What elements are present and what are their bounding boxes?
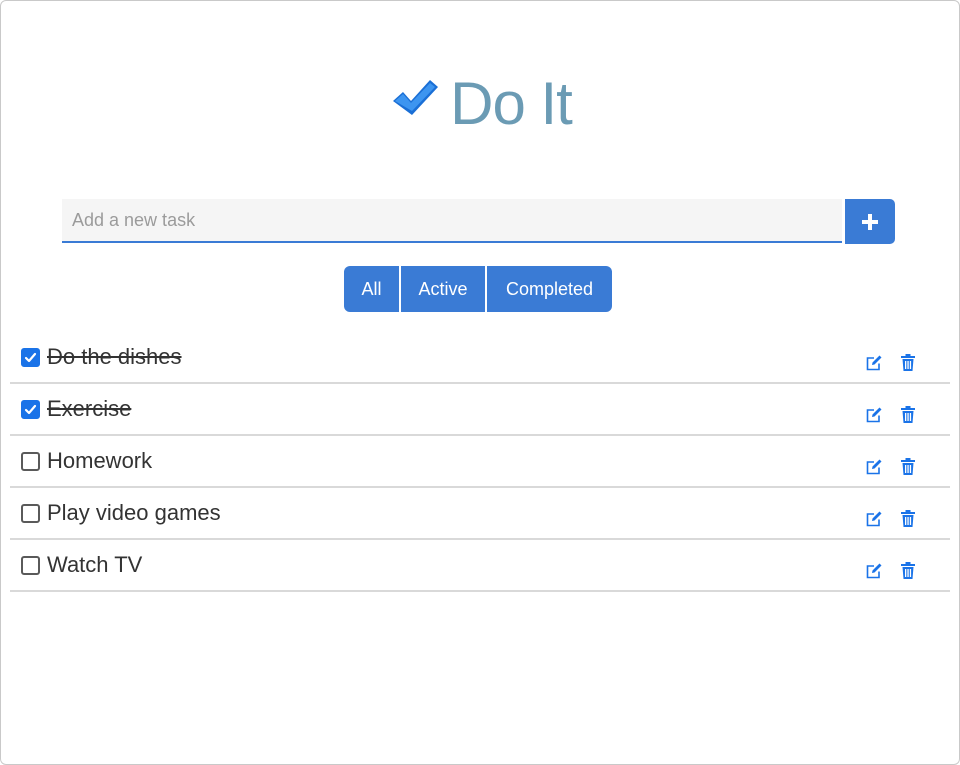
filter-button-group: All Active Completed: [344, 266, 612, 312]
task-checkbox[interactable]: [21, 452, 40, 471]
filter-active-button[interactable]: Active: [401, 266, 485, 312]
checkmark-icon: [393, 80, 439, 115]
task-text: Watch TV: [47, 552, 143, 577]
new-task-input[interactable]: [62, 199, 842, 243]
check-mark-icon: [24, 404, 37, 415]
task-text: Homework: [47, 448, 153, 473]
edit-icon[interactable]: [865, 510, 883, 528]
task-checkbox[interactable]: [21, 400, 40, 419]
trash-icon[interactable]: [901, 458, 915, 475]
edit-icon[interactable]: [865, 354, 883, 372]
trash-icon[interactable]: [901, 406, 915, 423]
filter-completed-button[interactable]: Completed: [487, 266, 612, 312]
task-item: Play video games: [10, 488, 950, 540]
trash-icon[interactable]: [901, 354, 915, 371]
edit-icon[interactable]: [865, 562, 883, 580]
app-header: Do It: [1, 63, 960, 143]
filter-all-button[interactable]: All: [344, 266, 399, 312]
task-checkbox[interactable]: [21, 348, 40, 367]
add-task-row: [62, 199, 895, 244]
trash-icon[interactable]: [901, 510, 915, 527]
plus-icon: [862, 213, 878, 230]
edit-icon[interactable]: [865, 406, 883, 424]
task-text: Do the dishes: [47, 344, 182, 369]
add-task-button[interactable]: [845, 199, 895, 244]
app-window: Do It All Active Completed Do the dishes…: [0, 0, 960, 765]
check-mark-icon: [24, 352, 37, 363]
edit-icon[interactable]: [865, 458, 883, 476]
app-title: Do It: [450, 69, 573, 137]
task-text: Exercise: [47, 396, 132, 421]
task-item: Homework: [10, 436, 950, 488]
task-item: Watch TV: [10, 540, 950, 592]
task-list: Do the dishes Exercise Homework Play video …: [10, 332, 950, 592]
trash-icon[interactable]: [901, 562, 915, 579]
task-item: Exercise: [10, 384, 950, 436]
task-text: Play video games: [47, 500, 221, 525]
task-checkbox[interactable]: [21, 504, 40, 523]
task-checkbox[interactable]: [21, 556, 40, 575]
task-item: Do the dishes: [10, 332, 950, 384]
